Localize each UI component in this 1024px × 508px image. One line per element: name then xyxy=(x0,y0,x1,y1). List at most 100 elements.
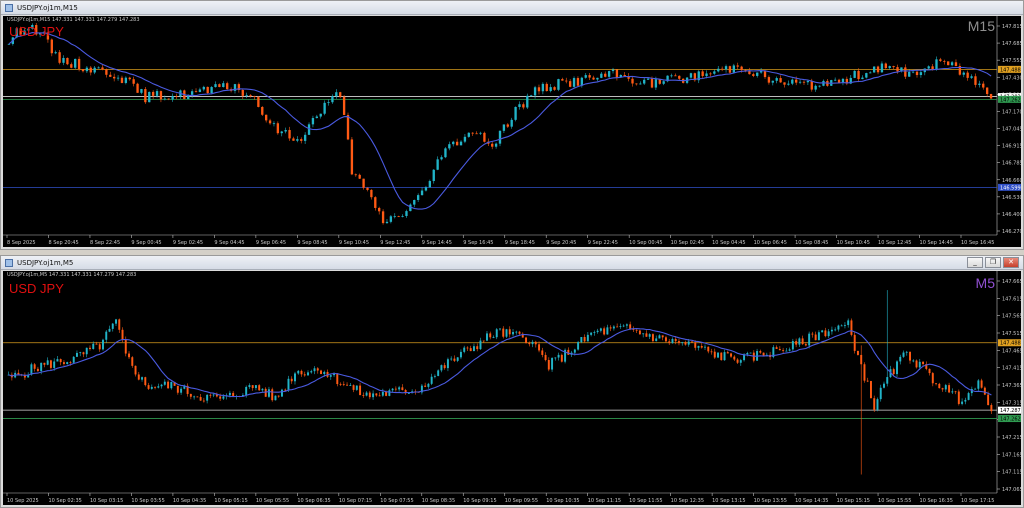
candle-body[interactable] xyxy=(804,344,807,346)
candle-body[interactable] xyxy=(310,371,313,373)
candle-body[interactable] xyxy=(857,70,860,80)
candle-body[interactable] xyxy=(33,364,36,369)
candle-body[interactable] xyxy=(368,392,371,398)
candle-body[interactable] xyxy=(401,387,404,391)
candle-body[interactable] xyxy=(444,148,447,158)
candle-body[interactable] xyxy=(49,360,52,368)
candle-body[interactable] xyxy=(545,83,548,92)
candle-body[interactable] xyxy=(366,187,369,190)
candle-body[interactable] xyxy=(847,320,850,326)
candle-body[interactable] xyxy=(62,362,65,364)
candle-body[interactable] xyxy=(808,333,811,346)
candle-body[interactable] xyxy=(85,67,89,72)
candle-body[interactable] xyxy=(297,370,300,374)
candle-body[interactable] xyxy=(723,352,726,361)
candle-body[interactable] xyxy=(775,347,778,349)
candle-body[interactable] xyxy=(980,380,983,388)
candle-body[interactable] xyxy=(908,71,911,77)
candle-body[interactable] xyxy=(280,131,283,134)
candle-body[interactable] xyxy=(957,391,960,404)
candle-body[interactable] xyxy=(876,399,879,410)
candle-body[interactable] xyxy=(658,79,661,84)
candle-body[interactable] xyxy=(567,349,570,355)
candle-body[interactable] xyxy=(253,96,256,97)
candle-body[interactable] xyxy=(577,342,580,350)
candle-body[interactable] xyxy=(455,141,459,146)
candle-body[interactable] xyxy=(684,342,687,345)
candle-body[interactable] xyxy=(966,72,969,78)
candle-body[interactable] xyxy=(339,384,342,385)
candle-body[interactable] xyxy=(837,79,841,83)
candle-body[interactable] xyxy=(785,350,788,352)
candle-body[interactable] xyxy=(888,66,891,69)
candle-body[interactable] xyxy=(466,347,469,349)
candle-body[interactable] xyxy=(109,74,112,77)
candle-body[interactable] xyxy=(346,384,349,386)
candle-body[interactable] xyxy=(358,174,361,179)
candle-body[interactable] xyxy=(440,157,443,160)
candle-body[interactable] xyxy=(202,86,205,90)
candle-body[interactable] xyxy=(759,351,762,353)
candle-body[interactable] xyxy=(170,381,173,389)
candle-body[interactable] xyxy=(928,368,931,374)
candle-body[interactable] xyxy=(611,69,615,72)
candle-body[interactable] xyxy=(985,87,989,94)
candle-body[interactable] xyxy=(989,93,993,99)
candle-body[interactable] xyxy=(241,89,244,96)
candle-body[interactable] xyxy=(450,358,453,360)
candle-body[interactable] xyxy=(300,139,303,141)
candle-body[interactable] xyxy=(163,381,166,385)
candle-body[interactable] xyxy=(623,74,626,77)
candle-body[interactable] xyxy=(801,338,804,345)
candle-body[interactable] xyxy=(763,70,767,78)
candle-body[interactable] xyxy=(717,68,720,72)
m15-chart-canvas[interactable]: 147.815147.685147.555147.430147.300147.1… xyxy=(3,16,1021,247)
candle-body[interactable] xyxy=(472,346,475,352)
candle-body[interactable] xyxy=(121,329,124,340)
candle-body[interactable] xyxy=(537,87,541,92)
candle-body[interactable] xyxy=(811,333,814,335)
candle-body[interactable] xyxy=(625,324,628,326)
candle-body[interactable] xyxy=(922,361,925,365)
candle-body[interactable] xyxy=(674,75,677,77)
candle-body[interactable] xyxy=(43,362,46,365)
candle-body[interactable] xyxy=(261,106,264,115)
candle-body[interactable] xyxy=(911,71,915,73)
candle-body[interactable] xyxy=(313,368,316,372)
candle-body[interactable] xyxy=(709,73,712,75)
candle-body[interactable] xyxy=(935,383,938,385)
candle-body[interactable] xyxy=(880,63,884,73)
candle-body[interactable] xyxy=(180,388,183,393)
candle-body[interactable] xyxy=(639,83,642,85)
candle-body[interactable] xyxy=(604,73,607,77)
candle-body[interactable] xyxy=(876,66,880,73)
candle-body[interactable] xyxy=(393,216,396,218)
candle-body[interactable] xyxy=(915,71,919,76)
candle-body[interactable] xyxy=(335,92,338,97)
candle-body[interactable] xyxy=(713,351,716,358)
candle-body[interactable] xyxy=(635,83,638,85)
candle-body[interactable] xyxy=(678,341,680,344)
candle-body[interactable] xyxy=(596,77,599,80)
candle-body[interactable] xyxy=(189,393,192,397)
candle-body[interactable] xyxy=(206,394,209,401)
candle-body[interactable] xyxy=(931,66,934,70)
candle-body[interactable] xyxy=(678,75,681,79)
candle-body[interactable] xyxy=(323,371,326,375)
candle-body[interactable] xyxy=(483,132,486,142)
candle-body[interactable] xyxy=(102,339,104,350)
candle-body[interactable] xyxy=(72,356,75,363)
candle-body[interactable] xyxy=(944,385,947,390)
candle-body[interactable] xyxy=(646,78,650,80)
candle-body[interactable] xyxy=(746,352,749,355)
candle-body[interactable] xyxy=(525,337,528,343)
candle-body[interactable] xyxy=(176,385,179,393)
candle-body[interactable] xyxy=(7,43,11,45)
candle-body[interactable] xyxy=(140,89,143,93)
candle-body[interactable] xyxy=(853,334,856,351)
candle-body[interactable] xyxy=(428,181,432,188)
candle-body[interactable] xyxy=(389,216,393,222)
candle-body[interactable] xyxy=(615,69,619,78)
candle-body[interactable] xyxy=(222,396,225,399)
candle-body[interactable] xyxy=(245,95,248,96)
